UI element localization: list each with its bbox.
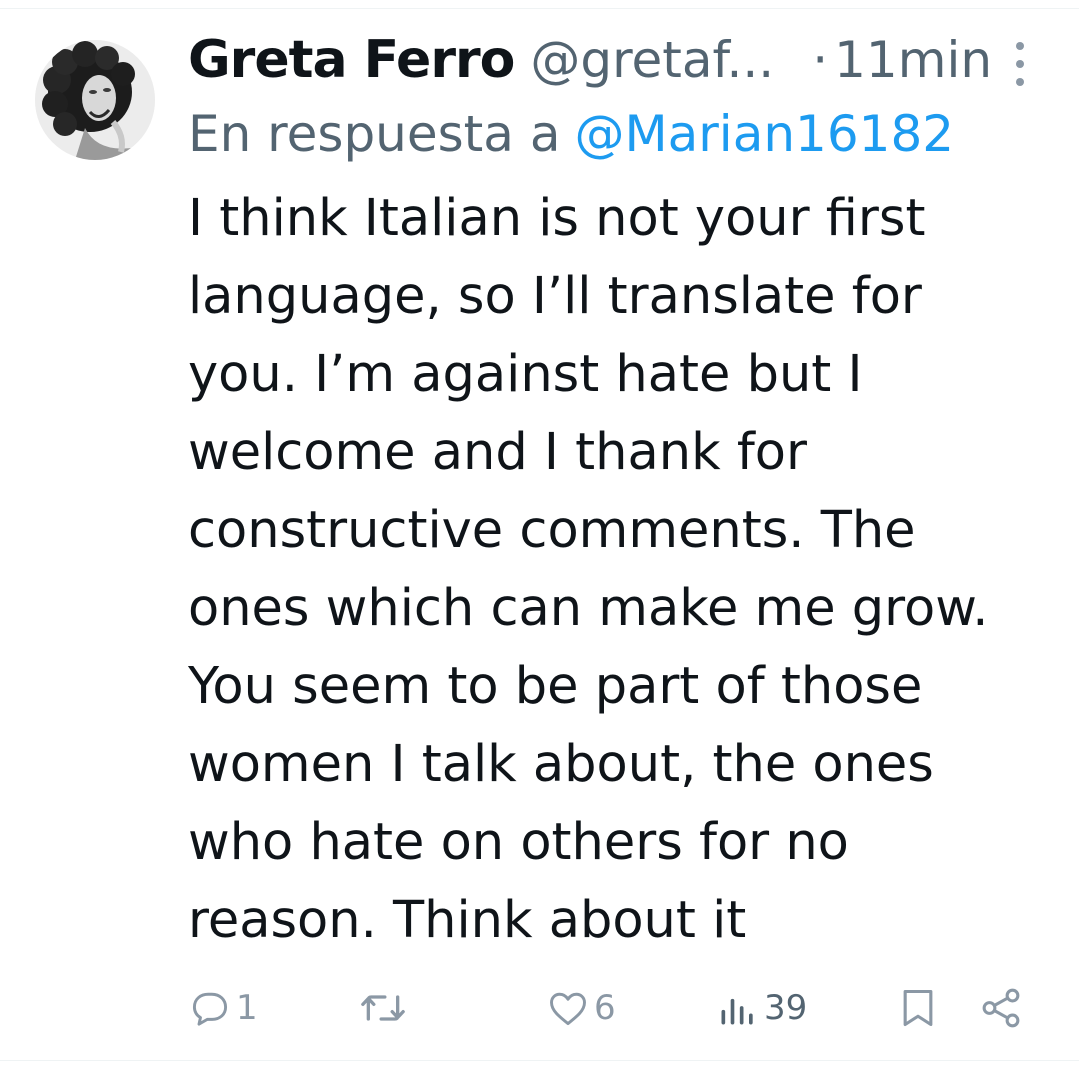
tweet-header: Greta Ferro @gretaf... · 11min — [188, 28, 992, 92]
tweet-text-line: women I talk about, the ones — [188, 735, 934, 794]
author-handle[interactable]: @gretaf... — [530, 31, 774, 89]
tweet-text-line: language, so I’ll translate for — [188, 267, 922, 326]
reply-context: En respuesta a @Marian16182 — [188, 102, 954, 166]
avatar[interactable] — [35, 40, 155, 160]
tweet-text-line: you. I’m against hate but I — [188, 345, 863, 404]
tweet-time[interactable]: 11min — [834, 31, 992, 89]
reply-to-user-link[interactable]: @Marian16182 — [574, 105, 954, 163]
tweet-text-line: I think Italian is not your first — [188, 189, 926, 248]
bookmark-button[interactable] — [896, 982, 940, 1034]
reply-button[interactable]: 1 — [188, 982, 258, 1034]
reply-icon — [192, 992, 228, 1026]
bookmark-icon — [903, 989, 933, 1027]
tweet-text-line: who hate on others for no — [188, 813, 849, 872]
views-icon — [721, 998, 753, 1025]
action-bar: 1 6 39 — [188, 982, 1038, 1034]
views-count: 39 — [764, 988, 808, 1028]
tweet-text-line: welcome and I thank for — [188, 423, 807, 482]
share-button[interactable] — [978, 982, 1024, 1034]
reply-prefix: En respuesta a — [188, 105, 561, 163]
top-divider — [0, 8, 1079, 9]
reply-count: 1 — [236, 988, 258, 1028]
author-name[interactable]: Greta Ferro — [188, 30, 515, 90]
share-icon — [982, 988, 1020, 1028]
heart-icon — [550, 992, 586, 1026]
like-count: 6 — [594, 988, 616, 1028]
retweet-icon — [361, 995, 405, 1021]
tweet-text-line: constructive comments. The — [188, 501, 916, 560]
like-button[interactable]: 6 — [546, 982, 616, 1034]
retweet-button[interactable] — [358, 982, 408, 1034]
tweet-text: I think Italian is not your first langua… — [188, 180, 1048, 960]
tweet-text-line: reason. Think about it — [188, 891, 747, 950]
more-options-icon[interactable] — [1012, 42, 1028, 86]
tweet-text-line: ones which can make me grow. — [188, 579, 989, 638]
bottom-divider — [0, 1060, 1079, 1061]
tweet-text-line: You seem to be part of those — [188, 657, 923, 716]
avatar-photo — [35, 40, 155, 160]
separator-dot: · — [812, 31, 829, 89]
views-button[interactable]: 39 — [716, 982, 807, 1034]
